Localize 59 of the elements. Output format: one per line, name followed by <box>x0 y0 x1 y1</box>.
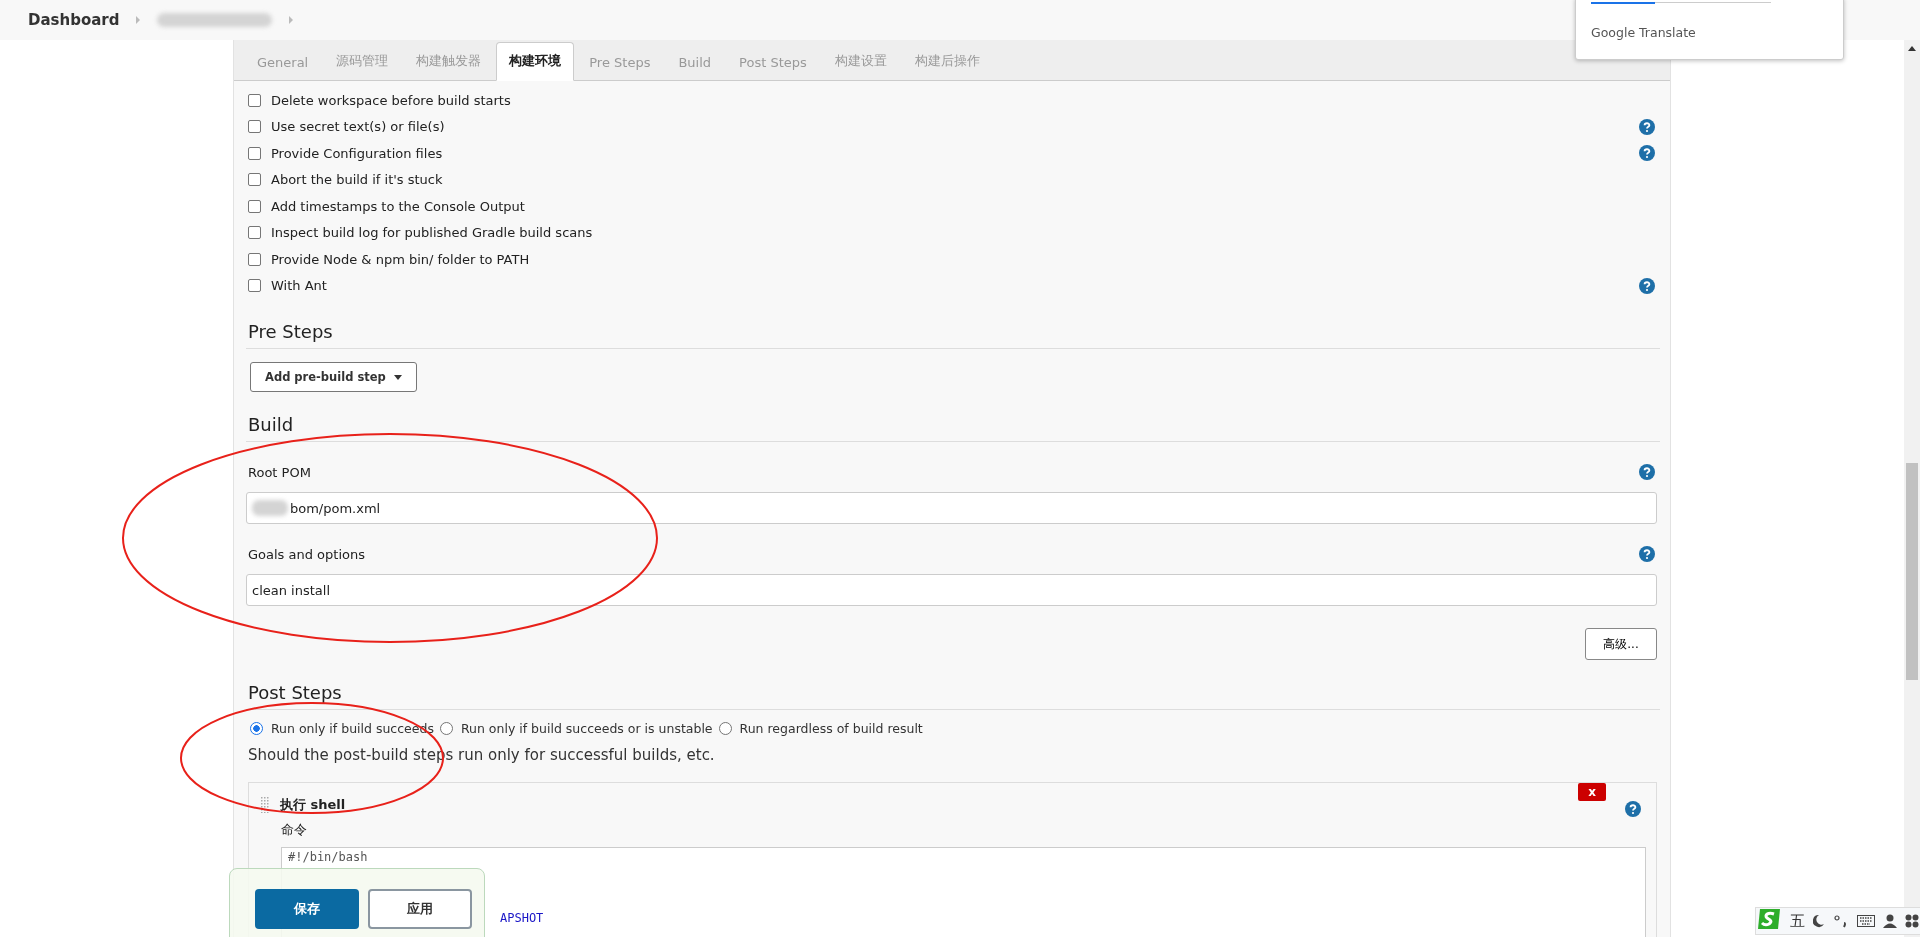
checkbox[interactable] <box>248 226 261 240</box>
step-title: 执行 shell <box>280 796 346 814</box>
field-label: Goals and options <box>248 546 365 562</box>
scrollbar[interactable] <box>1904 40 1920 937</box>
radio-button[interactable] <box>250 721 263 735</box>
tab[interactable]: 构建环境 <box>496 42 575 81</box>
drag-handle-icon[interactable] <box>261 797 270 813</box>
checkbox-label[interactable]: Inspect build log for published Gradle build scans <box>271 225 593 241</box>
delete-button[interactable]: x <box>1578 783 1606 801</box>
help-icon[interactable] <box>1639 546 1655 562</box>
progress-indicator <box>1591 2 1655 4</box>
checkbox[interactable] <box>248 279 261 293</box>
code-line: #!/bin/bash <box>288 849 369 866</box>
radio-button[interactable] <box>718 721 732 735</box>
help-icon[interactable] <box>1639 118 1655 135</box>
checkbox[interactable] <box>248 252 261 266</box>
radio-label[interactable]: Run only if build succeeds or is unstable <box>460 720 713 736</box>
caret-icon <box>393 374 402 380</box>
checkbox[interactable] <box>248 120 261 134</box>
help-icon[interactable] <box>1625 801 1641 817</box>
apps-icon[interactable] <box>1905 914 1919 928</box>
radio-label[interactable]: Run regardless of build result <box>739 720 923 736</box>
keyboard-icon[interactable] <box>1857 915 1875 927</box>
popup-footer-text: Google Translate <box>1591 25 1696 40</box>
help-icon[interactable] <box>1639 145 1655 162</box>
scroll-up-icon[interactable] <box>1908 46 1916 51</box>
input-mode-indicator[interactable]: 五 <box>1790 911 1805 931</box>
checkbox[interactable] <box>248 199 261 213</box>
checkbox-label[interactable]: Delete workspace before build starts <box>271 92 511 108</box>
advanced-button[interactable]: 高级... <box>1585 628 1657 660</box>
radio-button[interactable] <box>439 721 453 735</box>
punctuation-icon[interactable] <box>1833 914 1849 928</box>
help-icon[interactable] <box>1639 277 1655 294</box>
section-heading: Pre Steps <box>246 321 1660 349</box>
checkbox[interactable] <box>248 173 261 187</box>
action-button[interactable]: 应用 <box>368 889 472 929</box>
checkbox-label[interactable]: Abort the build if it's stuck <box>271 172 443 188</box>
field-label: 命令 <box>281 821 308 839</box>
checkbox[interactable] <box>248 93 261 107</box>
add-step-dropdown[interactable]: Add pre-build step <box>250 362 417 392</box>
input-method-logo-icon[interactable] <box>1756 907 1782 931</box>
checkbox-label[interactable]: Use secret text(s) or file(s) <box>271 119 445 135</box>
section-heading: Post Steps <box>246 682 1660 710</box>
checkbox-label[interactable]: With Ant <box>271 278 327 294</box>
section-heading: Build <box>246 414 1660 442</box>
field-label: Root POM <box>248 464 311 480</box>
scrollbar-thumb[interactable] <box>1906 463 1918 680</box>
action-button[interactable]: 保存 <box>255 889 359 929</box>
user-icon[interactable] <box>1883 914 1897 928</box>
checkbox-label[interactable]: Add timestamps to the Console Output <box>271 198 525 214</box>
text-field[interactable]: clean install <box>246 574 1657 606</box>
breadcrumb-link[interactable]: Dashboard <box>28 11 120 29</box>
checkbox-label[interactable]: Provide Node & npm bin/ folder to PATH <box>271 251 530 267</box>
checkbox[interactable] <box>248 146 261 160</box>
checkbox-label[interactable]: Provide Configuration files <box>271 145 443 161</box>
moon-icon[interactable] <box>1813 914 1825 928</box>
text-field[interactable]: bom/pom.xml <box>246 492 1657 524</box>
help-icon[interactable] <box>1639 464 1655 480</box>
code-line: APSHOT <box>500 910 545 927</box>
